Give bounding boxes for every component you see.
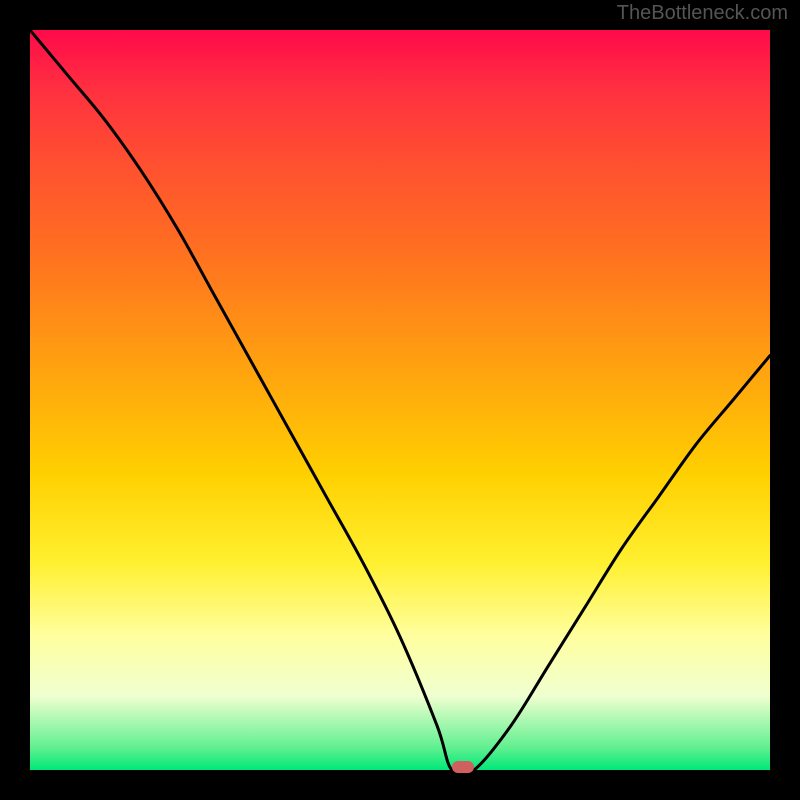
watermark-text: TheBottleneck.com	[617, 2, 788, 25]
chart-marker	[452, 761, 474, 773]
chart-curve	[30, 30, 770, 770]
chart-plot-area	[30, 30, 770, 770]
